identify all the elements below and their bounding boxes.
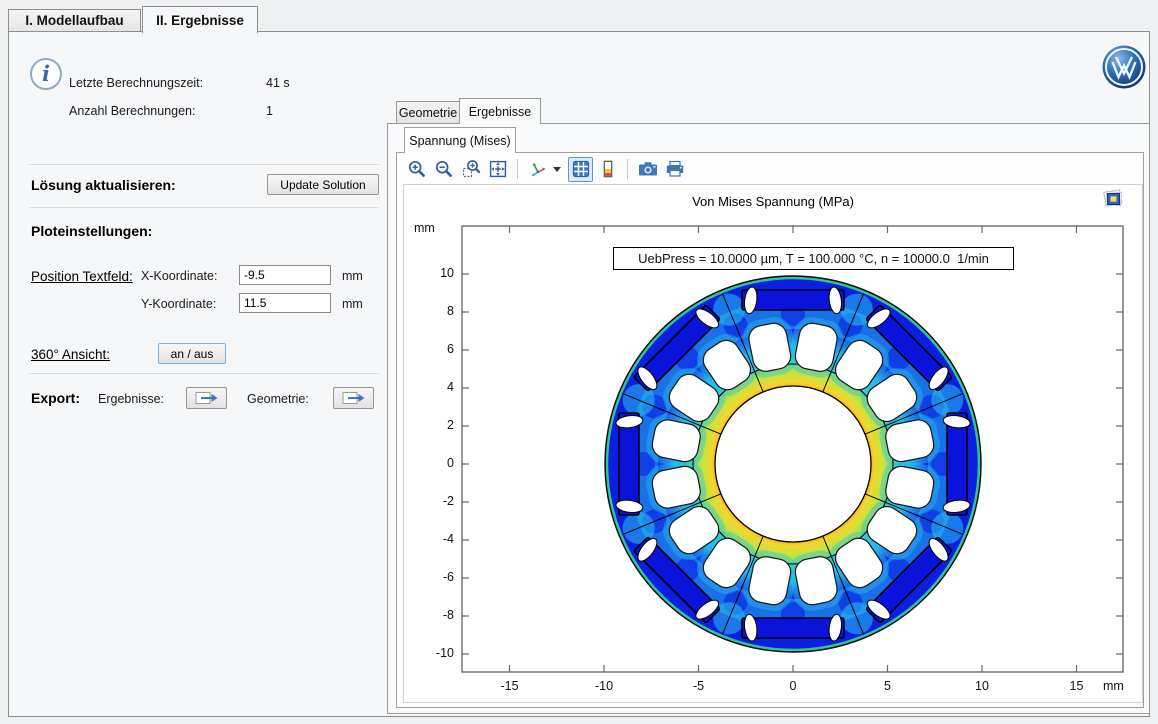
print-icon[interactable] [662, 157, 687, 182]
update-section-label: Lösung aktualisieren: [31, 177, 176, 193]
y-coordinate-input[interactable] [239, 293, 331, 313]
calc-count-label: Anzahl Berechnungen: [69, 104, 195, 118]
last-calc-time-label: Letzte Berechnungszeit: [69, 76, 203, 90]
rotor-cross-section [605, 276, 981, 652]
x-axis-unit: mm [1103, 679, 1124, 693]
x-tick-label: 5 [871, 679, 905, 693]
zoom-in-icon[interactable] [404, 157, 429, 182]
export-arrow-icon [195, 391, 219, 405]
viewer-tab-geometrie[interactable]: Geometrie [396, 101, 460, 124]
update-solution-button[interactable]: Update Solution [267, 174, 379, 195]
plot-page: Von Mises Spannung (MPa) UebPress = 10.0… [396, 152, 1144, 708]
divider [29, 164, 379, 165]
y-axis-unit: mm [414, 221, 435, 235]
zoom-out-icon[interactable] [431, 157, 456, 182]
divider [29, 373, 379, 374]
x-coordinate-input[interactable] [239, 265, 331, 285]
x-tick-label: -15 [493, 679, 527, 693]
y-tick-label: -10 [420, 646, 454, 660]
y-tick-label: -8 [420, 608, 454, 622]
view360-toggle-button[interactable]: an / aus [158, 343, 226, 364]
viewer-page: Spannung (Mises) [387, 123, 1150, 714]
plot-toolbar [403, 155, 688, 183]
y-tick-label: 8 [420, 304, 454, 318]
zoom-box-icon[interactable] [458, 157, 483, 182]
info-icon: i [30, 58, 62, 90]
y-tick-label: 0 [420, 456, 454, 470]
tab-modellaufbau[interactable]: I. Modellaufbau [8, 9, 141, 32]
chevron-down-icon[interactable] [553, 167, 561, 172]
zoom-extents-icon[interactable] [485, 157, 510, 182]
x-coordinate-label: X-Koordinate: [141, 269, 217, 283]
grid-icon[interactable] [568, 157, 593, 182]
viewer-tab-ergebnisse[interactable]: Ergebnisse [459, 98, 541, 124]
x-tick-label: 10 [965, 679, 999, 693]
export-results-button[interactable] [186, 387, 227, 409]
vw-logo [1101, 44, 1147, 90]
x-tick-label: -5 [682, 679, 716, 693]
view360-label: 360° Ansicht: [31, 347, 110, 362]
x-tick-label: -10 [587, 679, 621, 693]
x-tick-label: 0 [776, 679, 810, 693]
main-page: i Letzte Berechnungszeit: 41 s Anzahl Be… [8, 31, 1150, 717]
x-tick-label: 15 [1060, 679, 1094, 693]
export-label: Export: [31, 390, 80, 406]
y-tick-label: -6 [420, 570, 454, 584]
y-tick-label: 2 [420, 418, 454, 432]
tab-ergebnisse[interactable]: II. Ergebnisse [142, 6, 258, 33]
plot-annotation: UebPress = 10.0000 µm, T = 100.000 °C, n… [613, 247, 1014, 270]
graphics-area[interactable]: Von Mises Spannung (MPa) UebPress = 10.0… [403, 184, 1143, 703]
plot-settings-label: Ploteinstellungen: [31, 223, 152, 239]
export-geometry-button[interactable] [333, 387, 374, 409]
color-legend-icon[interactable] [595, 157, 620, 182]
y-tick-label: 4 [420, 380, 454, 394]
export-arrow-icon [342, 391, 366, 405]
export-results-label: Ergebnisse: [98, 392, 164, 406]
snapshot-icon[interactable] [635, 157, 660, 182]
position-textfield-label: Position Textfeld: [31, 269, 133, 284]
x-coordinate-unit: mm [342, 269, 363, 283]
y-tick-label: -4 [420, 532, 454, 546]
y-tick-label: 6 [420, 342, 454, 356]
y-coordinate-label: Y-Koordinate: [141, 297, 216, 311]
divider [29, 207, 379, 208]
last-calc-time-value: 41 s [266, 76, 290, 90]
plot-tab-spannung-mises[interactable]: Spannung (Mises) [404, 127, 516, 153]
y-tick-label: -2 [420, 494, 454, 508]
export-geometry-label: Geometrie: [247, 392, 309, 406]
calc-count-value: 1 [266, 104, 273, 118]
y-coordinate-unit: mm [342, 297, 363, 311]
y-tick-label: 10 [420, 266, 454, 280]
toolbar-separator [627, 159, 628, 179]
go-to-view-icon[interactable] [525, 157, 550, 182]
toolbar-separator [517, 159, 518, 179]
